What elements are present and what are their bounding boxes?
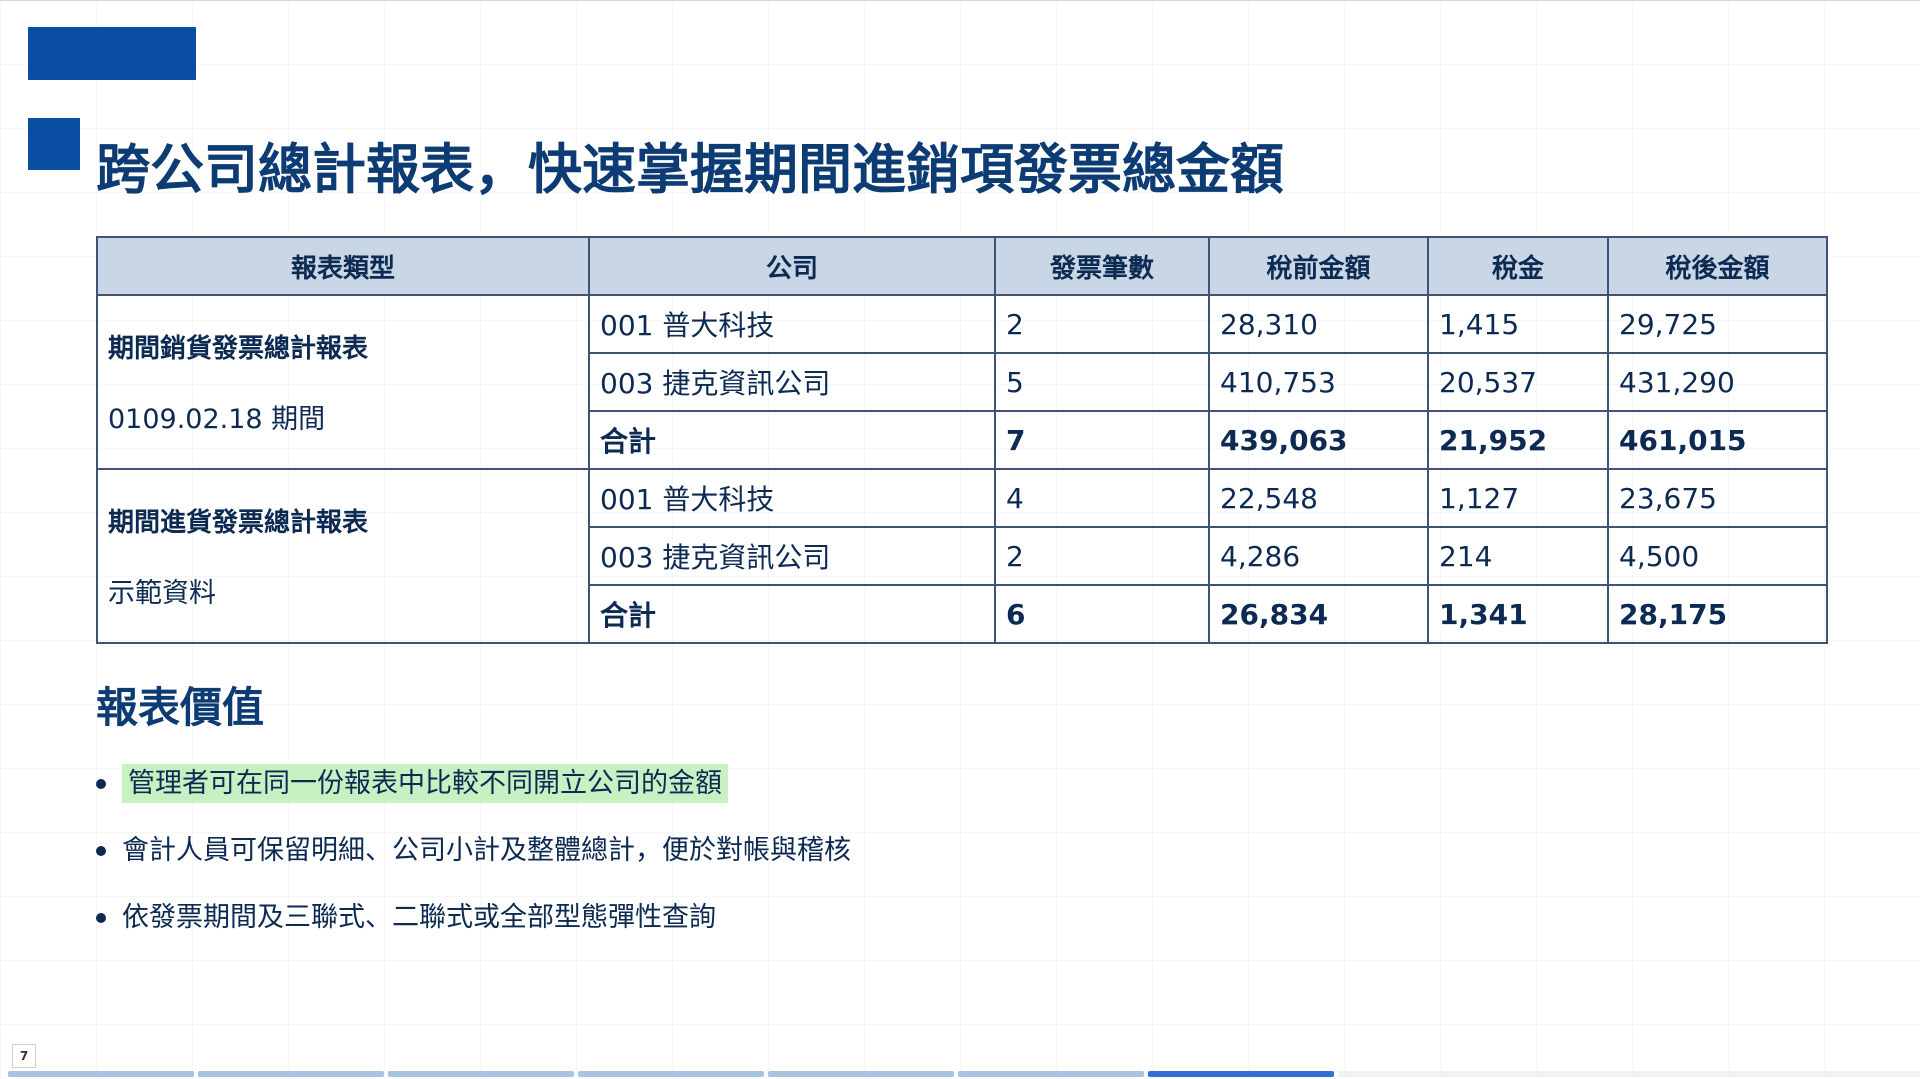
table-row: 期間進貨發票總計報表 示範資料 001 普大科技 4 22,548 1,127 …	[96, 468, 1828, 644]
aftertax-amount-cell: 431,290	[1607, 352, 1828, 412]
title-marker-square	[28, 118, 80, 170]
highlighted-bullet-text: 管理者可在同一份報表中比較不同開立公司的金額	[122, 764, 728, 803]
tax-cell: 1,127	[1427, 468, 1609, 528]
invoice-count-cell: 2	[994, 294, 1210, 354]
total-aftertax-amount-cell: 461,015	[1607, 410, 1828, 470]
company-cell: 001 普大科技	[588, 294, 996, 354]
value-section-heading: 報表價值	[96, 683, 265, 732]
progress-segment-4[interactable]	[578, 1071, 764, 1077]
aftertax-amount-cell: 29,725	[1607, 294, 1828, 354]
bullet-dot-icon	[96, 779, 106, 789]
bullet-text: 依發票期間及三聯式、二聯式或全部型態彈性查詢	[122, 902, 716, 933]
report-type-period: 0109.02.18 期間	[108, 404, 326, 435]
total-label-cell: 合計	[588, 584, 996, 644]
page-title: 跨公司總計報表，快速掌握期間進銷項發票總金額	[96, 138, 1284, 201]
progress-remaining-track	[1338, 1071, 1920, 1077]
invoice-count-cell: 2	[994, 526, 1210, 586]
pretax-amount-cell: 28,310	[1208, 294, 1429, 354]
aftertax-amount-cell: 23,675	[1607, 468, 1828, 528]
tax-cell: 20,537	[1427, 352, 1609, 412]
slide-progress-bar[interactable]	[8, 1071, 1920, 1077]
bullet-dot-icon	[96, 846, 106, 856]
header-aftertax-amount: 稅後金額	[1607, 236, 1828, 296]
top-border	[0, 0, 1920, 1]
header-report-type: 報表類型	[96, 236, 590, 296]
header-pretax-amount: 稅前金額	[1208, 236, 1429, 296]
bullet-text: 會計人員可保留明細、公司小計及整體總計，便於對帳與稽核	[122, 835, 851, 866]
total-aftertax-amount-cell: 28,175	[1607, 584, 1828, 644]
progress-segment-5[interactable]	[768, 1071, 954, 1077]
value-bullet-list: 管理者可在同一份報表中比較不同開立公司的金額 會計人員可保留明細、公司小計及整體…	[96, 760, 851, 961]
total-tax-cell: 1,341	[1427, 584, 1609, 644]
slide-number: 7	[12, 1044, 36, 1068]
report-type-note: 示範資料	[108, 578, 216, 609]
list-item: 依發票期間及三聯式、二聯式或全部型態彈性查詢	[96, 894, 851, 942]
table-row: 期間銷貨發票總計報表 0109.02.18 期間 001 普大科技 2 28,3…	[96, 294, 1828, 470]
total-label-cell: 合計	[588, 410, 996, 470]
company-cell: 003 捷克資訊公司	[588, 352, 996, 412]
total-pretax-amount-cell: 439,063	[1208, 410, 1429, 470]
tax-cell: 214	[1427, 526, 1609, 586]
progress-segment-3[interactable]	[388, 1071, 574, 1077]
report-table: 報表類型 公司 發票筆數 稅前金額 稅金 稅後金額 期間銷貨發票總計報表 010…	[96, 236, 1828, 644]
list-item: 會計人員可保留明細、公司小計及整體總計，便於對帳與稽核	[96, 827, 851, 875]
progress-segment-6[interactable]	[958, 1071, 1144, 1077]
pretax-amount-cell: 22,548	[1208, 468, 1429, 528]
total-pretax-amount-cell: 26,834	[1208, 584, 1429, 644]
company-cell: 001 普大科技	[588, 468, 996, 528]
report-type-cell: 期間進貨發票總計報表 示範資料	[96, 468, 590, 644]
invoice-count-cell: 4	[994, 468, 1210, 528]
total-invoice-count-cell: 7	[994, 410, 1210, 470]
aftertax-amount-cell: 4,500	[1607, 526, 1828, 586]
total-tax-cell: 21,952	[1427, 410, 1609, 470]
progress-segment-1[interactable]	[8, 1071, 194, 1077]
progress-segment-current[interactable]	[1148, 1071, 1334, 1077]
bullet-dot-icon	[96, 913, 106, 923]
tax-cell: 1,415	[1427, 294, 1609, 354]
company-cell: 003 捷克資訊公司	[588, 526, 996, 586]
header-tax: 稅金	[1427, 236, 1609, 296]
header-invoice-count: 發票筆數	[994, 236, 1210, 296]
report-type-name: 期間銷貨發票總計報表	[108, 334, 369, 364]
pretax-amount-cell: 4,286	[1208, 526, 1429, 586]
total-invoice-count-cell: 6	[994, 584, 1210, 644]
list-item: 管理者可在同一份報表中比較不同開立公司的金額	[96, 760, 851, 808]
header-company: 公司	[588, 236, 996, 296]
brand-logo-block	[28, 27, 196, 80]
pretax-amount-cell: 410,753	[1208, 352, 1429, 412]
progress-segment-2[interactable]	[198, 1071, 384, 1077]
table-header-row: 報表類型 公司 發票筆數 稅前金額 稅金 稅後金額	[96, 236, 1828, 296]
invoice-count-cell: 5	[994, 352, 1210, 412]
report-type-name: 期間進貨發票總計報表	[108, 508, 369, 538]
report-type-cell: 期間銷貨發票總計報表 0109.02.18 期間	[96, 294, 590, 470]
